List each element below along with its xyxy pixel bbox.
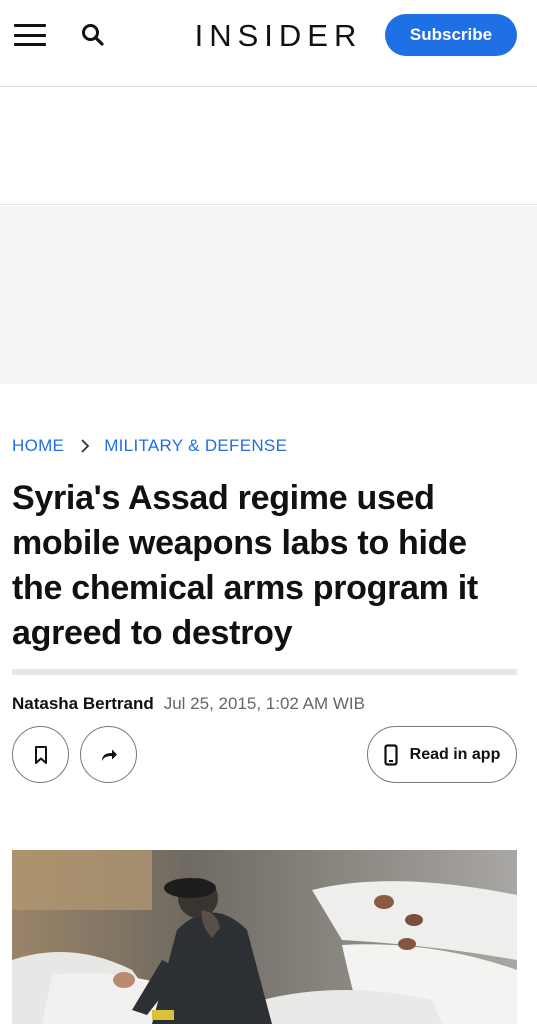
headline-divider xyxy=(12,669,517,675)
read-in-app-label: Read in app xyxy=(409,745,501,763)
search-icon[interactable] xyxy=(80,22,106,48)
ad-banner-top xyxy=(0,88,537,205)
ad-banner xyxy=(0,206,537,384)
breadcrumb-section-link[interactable]: MILITARY & DEFENSE xyxy=(104,436,287,456)
article-hero-image[interactable] xyxy=(12,850,517,1024)
site-header: INSIDER Subscribe xyxy=(0,0,537,87)
byline: Natasha Bertrand Jul 25, 2015, 1:02 AM W… xyxy=(12,694,365,714)
author-name[interactable]: Natasha Bertrand xyxy=(12,694,154,714)
article-headline: Syria's Assad regime used mobile weapons… xyxy=(12,479,478,652)
share-arrow-icon xyxy=(101,749,117,761)
site-logo[interactable]: INSIDER xyxy=(175,18,363,53)
phone-icon xyxy=(384,743,398,766)
read-in-app-button[interactable]: Read in app xyxy=(367,726,517,783)
share-button[interactable] xyxy=(80,726,137,783)
chevron-right-icon xyxy=(81,439,90,453)
hamburger-menu-icon[interactable] xyxy=(14,24,46,46)
bookmark-button[interactable] xyxy=(12,726,69,783)
bookmark-icon xyxy=(34,745,47,764)
subscribe-button[interactable]: Subscribe xyxy=(385,14,517,56)
publish-date: Jul 25, 2015, 1:02 AM WIB xyxy=(163,694,365,713)
breadcrumb-home-link[interactable]: HOME xyxy=(12,436,64,456)
breadcrumb: HOME MILITARY & DEFENSE xyxy=(12,436,287,456)
